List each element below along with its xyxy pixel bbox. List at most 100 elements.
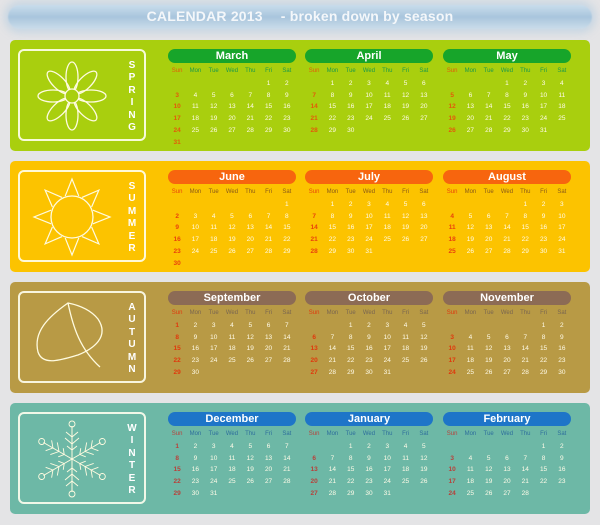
weekday-label: Sat xyxy=(557,310,567,316)
day-cell: 13 xyxy=(420,91,428,99)
day-cell: 14 xyxy=(283,333,291,341)
season-label-letter: S xyxy=(128,59,136,71)
day-cell: 29 xyxy=(173,368,181,376)
day-cell: 30 xyxy=(191,489,200,497)
day-cell: 23 xyxy=(173,247,181,255)
day-cell: 22 xyxy=(173,357,181,365)
day-cell: 26 xyxy=(228,247,236,255)
day-cell: 30 xyxy=(365,489,373,497)
day-cell: 2 xyxy=(523,79,528,87)
weekday-label: Thu xyxy=(245,68,256,74)
day-cell: 5 xyxy=(211,91,216,99)
day-cell: 7 xyxy=(523,333,528,341)
day-cell: 29 xyxy=(283,247,291,255)
day-cell: 24 xyxy=(448,489,456,497)
day-cell: 1 xyxy=(175,442,179,450)
day-cell: 19 xyxy=(466,236,475,244)
day-cell: 15 xyxy=(264,103,273,111)
empty-cell xyxy=(205,199,223,211)
day-cell: 21 xyxy=(283,345,291,353)
day-cell: 28 xyxy=(246,126,254,134)
day-cell: 20 xyxy=(310,478,318,486)
weekday-label: Fri xyxy=(402,431,410,437)
day-cell: 17 xyxy=(191,236,200,244)
weekday-label: Wed xyxy=(225,310,239,316)
day-cell: 13 xyxy=(503,345,511,353)
month-grid: Sun Mon Tue Wed Thu Fri Sat 1 2 3 4 5 6 7 8 9 10 11 12 13 14… xyxy=(168,66,296,149)
weekday-label: Wed xyxy=(500,68,514,74)
day-cell: 11 xyxy=(448,224,456,232)
day-cell: 21 xyxy=(521,357,529,365)
day-cell: 1 xyxy=(285,200,289,208)
day-cell: 26 xyxy=(420,357,428,365)
day-cell: 21 xyxy=(328,357,337,365)
season-label-letter: P xyxy=(128,72,136,83)
day-cell: 7 xyxy=(486,91,491,99)
day-cell: 27 xyxy=(228,126,236,134)
day-cell: 26 xyxy=(401,236,410,244)
day-cell: 4 xyxy=(385,79,390,87)
day-cell: 28 xyxy=(328,368,337,376)
season-label-letter: N xyxy=(128,364,136,375)
day-cell: 6 xyxy=(230,91,234,99)
weekday-label: Tue xyxy=(208,68,219,74)
empty-cell xyxy=(186,78,204,90)
day-cell: 7 xyxy=(330,454,335,462)
day-cell: 16 xyxy=(558,466,566,474)
day-cell: 14 xyxy=(485,103,493,111)
day-cell: 13 xyxy=(310,345,318,353)
day-cell: 29 xyxy=(503,126,511,134)
day-cell: 8 xyxy=(348,454,353,462)
season-label-letter: M xyxy=(127,218,137,229)
month-header: December xyxy=(168,412,296,426)
day-cell: 9 xyxy=(560,333,564,341)
day-cell: 30 xyxy=(539,247,548,255)
day-cell: 9 xyxy=(175,224,179,232)
weekday-label: Sat xyxy=(419,431,429,437)
day-cell: 30 xyxy=(173,259,181,267)
empty-cell xyxy=(186,199,204,211)
day-cell: 27 xyxy=(420,236,428,244)
weekday-label: Sun xyxy=(446,189,458,195)
day-cell: 6 xyxy=(505,333,509,341)
day-cell: 25 xyxy=(466,368,475,376)
day-cell: 19 xyxy=(485,478,493,486)
day-cell: 6 xyxy=(422,79,426,87)
month-november: November Sun Mon Tue Wed Thu Fri Sat 1 2 3 4 5 6 7 8 9 10… xyxy=(443,291,571,379)
day-cell: 3 xyxy=(541,79,546,87)
day-cell: 26 xyxy=(401,115,410,123)
day-cell: 31 xyxy=(365,247,373,255)
day-cell: 16 xyxy=(365,345,373,353)
day-cell: 16 xyxy=(365,466,373,474)
weekday-label: Mon xyxy=(326,189,339,195)
weekday-label: Fri xyxy=(540,310,548,316)
day-cell: 9 xyxy=(367,454,371,462)
day-cell: 3 xyxy=(450,454,454,462)
weekday-label: Thu xyxy=(382,68,393,74)
day-cell: 10 xyxy=(191,224,200,232)
day-cell: 17 xyxy=(448,478,456,486)
day-cell: 10 xyxy=(448,466,456,474)
day-cell: 1 xyxy=(330,79,335,87)
weekday-label: Sat xyxy=(419,310,429,316)
day-cell: 4 xyxy=(193,91,198,99)
leaf-icon xyxy=(36,302,103,368)
month-grid: Sun Mon Tue Wed Thu Fri Sat 1 2 3 4 5 6 7 8 9 10 11 12 13 14… xyxy=(168,429,296,500)
day-cell: 8 xyxy=(330,91,335,99)
weekday-label: Thu xyxy=(520,310,531,316)
weekday-label: Sat xyxy=(419,189,429,195)
weekday-label: Fri xyxy=(540,189,548,195)
day-cell: 9 xyxy=(560,454,564,462)
day-cell: 13 xyxy=(310,466,318,474)
empty-cell xyxy=(461,320,479,332)
season-label-letter: T xyxy=(128,460,136,471)
day-cell: 17 xyxy=(365,224,373,232)
day-cell: 25 xyxy=(228,478,236,486)
day-cell: 10 xyxy=(173,103,181,111)
day-cell: 14 xyxy=(264,224,273,232)
weekday-label: Fri xyxy=(265,189,273,195)
day-cell: 12 xyxy=(420,454,428,462)
day-cell: 29 xyxy=(173,489,181,497)
day-cell: 27 xyxy=(466,126,475,134)
weekday-label: Thu xyxy=(382,189,393,195)
